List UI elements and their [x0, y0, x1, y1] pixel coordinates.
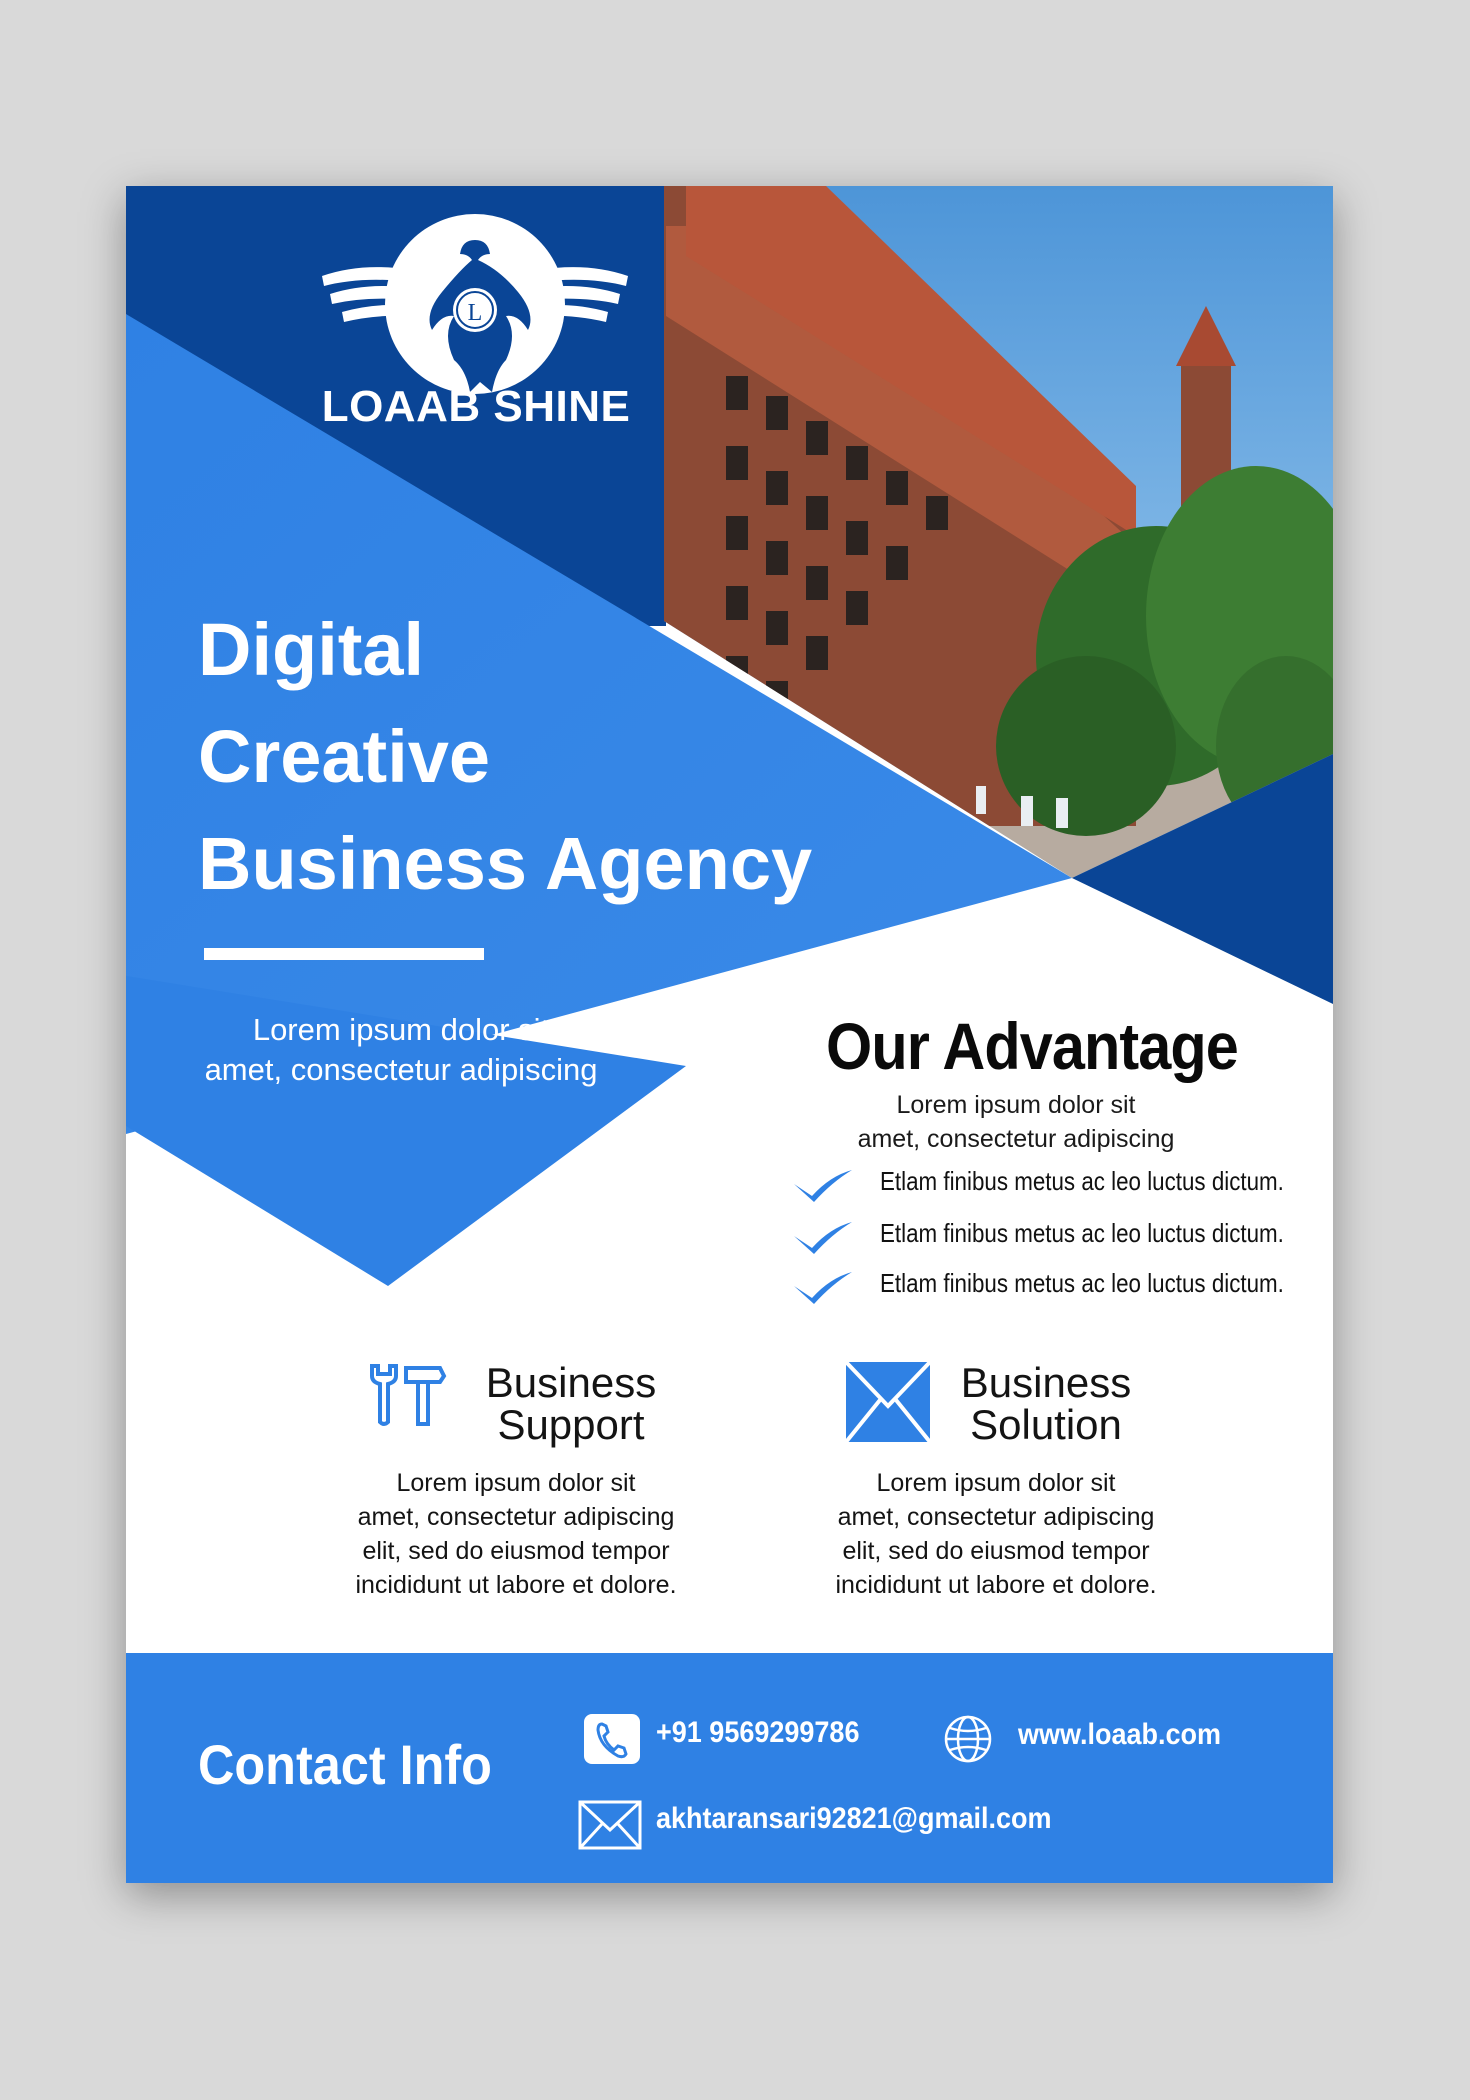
service-body-line: incididunt ut labore et dolore. [355, 1571, 677, 1599]
service-body-line: amet, consectetur adipiscing [357, 1503, 675, 1531]
advantage-item: Etlam finibus metus ac leo luctus dictum… [790, 1164, 1333, 1208]
service-body-line: elit, sed do eiusmod tempor [842, 1537, 1150, 1565]
advantage-subtitle-line-2: amet, consectetur adipiscing [857, 1125, 1175, 1153]
service-body-line: Lorem ipsum dolor sit [876, 1469, 1116, 1497]
tools-icon [370, 1364, 447, 1426]
service-body-line: elit, sed do eiusmod tempor [362, 1537, 670, 1565]
checkmark-icon [794, 1222, 852, 1254]
service-title-line-2: Support [497, 1401, 645, 1448]
advantage-item-text: Etlam finibus metus ac leo luctus dictum… [880, 1268, 1284, 1298]
advantage-item: Etlam finibus metus ac leo luctus dictum… [790, 1266, 1333, 1310]
service-title-line-1: Business [485, 1359, 657, 1406]
flyer: L LOAAB SHINE Digital Creative Business … [126, 186, 1333, 1883]
hero-subtitle: Lorem ipsum dolor sit amet, consectetur … [166, 1010, 636, 1090]
service-body-line: incididunt ut labore et dolore. [835, 1571, 1157, 1599]
hero-title-line-3: Business Agency [198, 822, 813, 905]
service-body-support: Lorem ipsum dolor sit amet, consectetur … [316, 1466, 716, 1602]
advantage-title: Our Advantage [826, 1009, 1239, 1083]
service-title-solution: Business Solution [936, 1362, 1156, 1446]
checkmark-icon [794, 1170, 852, 1202]
contact-email[interactable]: akhtaransari92821@gmail.com [656, 1802, 1052, 1836]
service-body-solution: Lorem ipsum dolor sit amet, consectetur … [796, 1466, 1196, 1602]
contact-phone[interactable]: +91 9569299786 [656, 1716, 859, 1750]
advantage-subtitle-line-1: Lorem ipsum dolor sit [896, 1091, 1136, 1119]
service-body-line: Lorem ipsum dolor sit [396, 1469, 636, 1497]
advantage-item: Etlam finibus metus ac leo luctus dictum… [790, 1216, 1333, 1260]
logo-letter: L [468, 300, 483, 326]
hero-title-line-2: Creative [198, 715, 491, 798]
envelope-icon [846, 1362, 930, 1442]
contact-title: Contact Info [198, 1733, 492, 1796]
advantage-subtitle: Lorem ipsum dolor sit amet, consectetur … [806, 1088, 1226, 1156]
advantage-item-text: Etlam finibus metus ac leo luctus dictum… [880, 1218, 1284, 1248]
hero-divider [204, 948, 484, 960]
globe-icon [944, 1715, 992, 1763]
checkmark-icon [794, 1272, 852, 1304]
service-title-line-1: Business [960, 1359, 1132, 1406]
hero-subtitle-line-1: Lorem ipsum dolor sit [252, 1012, 550, 1047]
hero-subtitle-line-2: amet, consectetur adipiscing [204, 1052, 598, 1087]
brand-name: LOAAB SHINE [321, 382, 631, 431]
service-body-line: amet, consectetur adipiscing [837, 1503, 1155, 1531]
service-title-line-2: Solution [970, 1401, 1122, 1448]
advantage-item-text: Etlam finibus metus ac leo luctus dictum… [880, 1166, 1284, 1196]
hero-title-line-1: Digital [198, 608, 425, 691]
hero-title: Digital Creative Business Agency [198, 596, 898, 917]
phone-icon [584, 1714, 640, 1764]
service-title-support: Business Support [456, 1362, 686, 1446]
email-icon [578, 1800, 642, 1850]
contact-website[interactable]: www.loaab.com [1018, 1718, 1221, 1752]
